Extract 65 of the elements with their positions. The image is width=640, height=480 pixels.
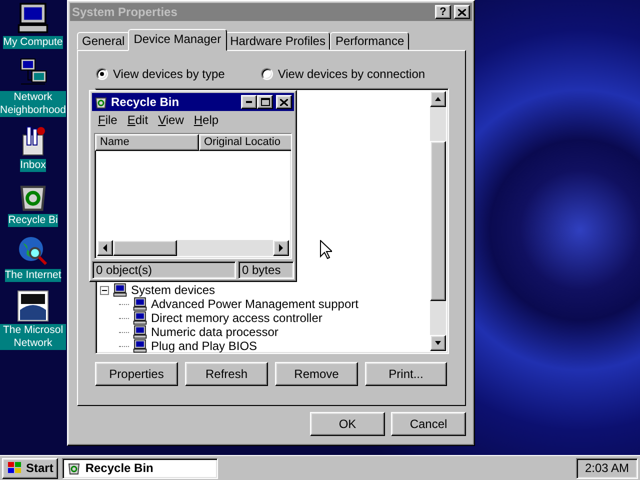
tab[interactable]: General	[77, 32, 130, 50]
push-button[interactable]: Properties	[95, 362, 178, 386]
clock: 2:03 AM	[576, 458, 638, 478]
desktop-icon-label[interactable]: My Compute	[3, 36, 63, 49]
radio-button[interactable]	[96, 68, 108, 80]
cancel-button[interactable]: Cancel	[391, 412, 466, 436]
collapse-icon[interactable]	[100, 286, 109, 294]
scroll-right-icon	[277, 244, 285, 252]
radio-button[interactable]	[260, 68, 273, 80]
window-title: Recycle Bin	[111, 95, 180, 109]
tree-item[interactable]: Plug and Play BIOS	[151, 339, 258, 353]
menu-item[interactable]: File	[98, 113, 118, 129]
push-button[interactable]: Refresh	[185, 362, 268, 386]
vertical-scrollbar[interactable]	[430, 91, 446, 351]
column-header[interactable]: Original Locatio	[199, 134, 291, 151]
tab[interactable]: Performance	[330, 32, 410, 50]
recycle-bin-icon	[67, 461, 82, 475]
recycle-bin-icon	[94, 95, 108, 109]
close-button[interactable]	[276, 95, 292, 109]
help-button[interactable]: ?	[435, 5, 451, 19]
push-button[interactable]: Print...	[365, 362, 447, 386]
close-icon	[280, 98, 288, 106]
column-header[interactable]: Name	[95, 134, 199, 151]
scroll-down-icon	[434, 339, 442, 347]
scroll-up-icon	[434, 95, 442, 103]
computer-icon	[133, 297, 147, 311]
radio-label[interactable]: View devices by connection	[278, 67, 426, 81]
computer-icon	[133, 311, 147, 325]
menu-item[interactable]: View	[158, 113, 184, 129]
scroll-left-icon	[101, 244, 109, 252]
desktop-icon-label[interactable]: Network Neighborhood	[0, 91, 66, 117]
maximize-icon	[260, 98, 270, 106]
msn-logo-icon	[17, 290, 49, 322]
push-button[interactable]: Remove	[275, 362, 358, 386]
minimize-icon	[246, 101, 252, 103]
desktop-icon-label[interactable]: Inbox	[20, 159, 46, 172]
horizontal-scrollbar[interactable]	[97, 240, 289, 256]
tree-item[interactable]: System devices	[131, 283, 216, 297]
window-title: System Properties	[72, 5, 178, 19]
tab[interactable]: Hardware Profiles	[225, 32, 330, 50]
desktop-icon-label[interactable]: The Microsol Network	[0, 324, 66, 350]
close-icon	[458, 8, 466, 16]
computer-icon	[17, 2, 49, 34]
tree-item[interactable]: Advanced Power Management support	[151, 297, 358, 311]
ok-button[interactable]: OK	[310, 412, 385, 436]
desktop-icon-label[interactable]: Recycle Bi	[8, 214, 58, 227]
status-text: 0 object(s)	[92, 261, 236, 279]
computer-icon	[133, 339, 147, 353]
desktop-icon-label[interactable]: The Internet	[4, 269, 62, 282]
maximize-button[interactable]	[257, 95, 273, 109]
menu-item[interactable]: Help	[194, 113, 219, 129]
radio-label[interactable]: View devices by type	[113, 67, 225, 81]
tree-item[interactable]: Numeric data processor	[151, 325, 278, 339]
menu-item[interactable]: Edit	[127, 113, 148, 129]
tree-item[interactable]: Direct memory access controller	[151, 311, 322, 325]
close-button[interactable]	[454, 5, 470, 19]
taskbar-button[interactable]: Recycle Bin	[62, 458, 218, 478]
tab[interactable]: Device Manager	[128, 29, 228, 51]
status-text: 0 bytes	[238, 261, 294, 279]
minimize-button[interactable]	[241, 95, 257, 109]
computer-icon	[133, 325, 147, 339]
start-button[interactable]: Start	[2, 458, 58, 478]
windows-flag-icon	[7, 461, 23, 475]
mouse-pointer-icon	[320, 240, 332, 259]
globe-magnifier-icon	[17, 235, 49, 267]
